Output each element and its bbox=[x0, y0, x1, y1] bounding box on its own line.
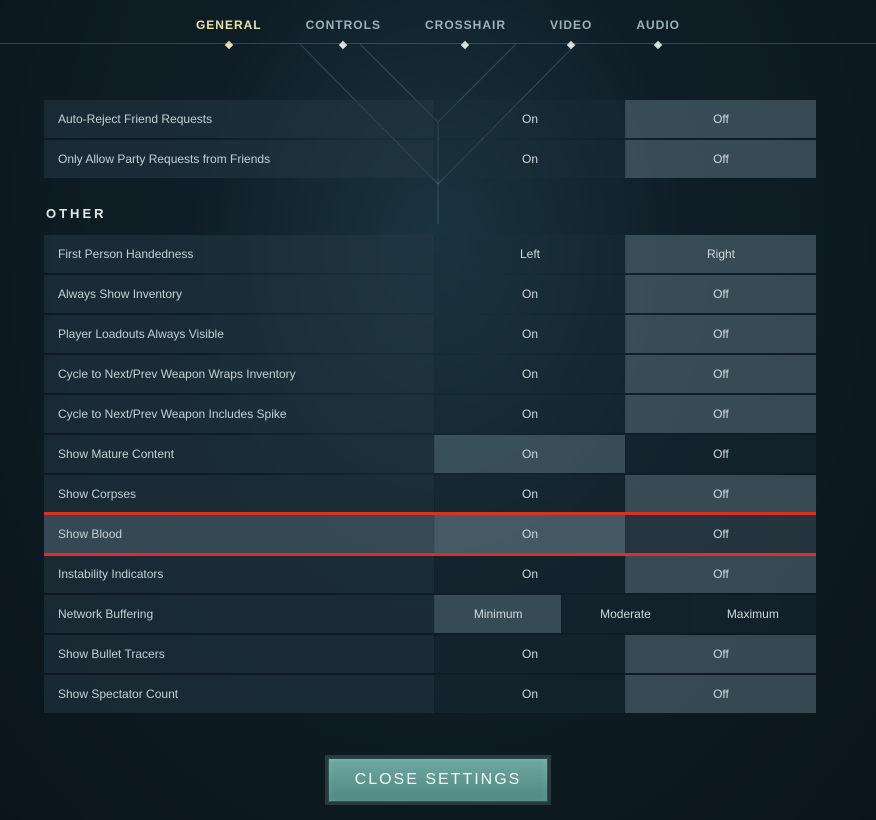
setting-options: OnOff bbox=[434, 355, 816, 393]
setting-row: Show CorpsesOnOff bbox=[44, 475, 816, 513]
setting-label: Show Spectator Count bbox=[44, 675, 434, 713]
option-button[interactable]: Off bbox=[625, 435, 816, 473]
setting-options: OnOff bbox=[434, 435, 816, 473]
setting-options: OnOff bbox=[434, 315, 816, 353]
setting-row: Only Allow Party Requests from FriendsOn… bbox=[44, 140, 816, 178]
option-button[interactable]: Right bbox=[625, 235, 816, 273]
tab-controls[interactable]: CONTROLS bbox=[306, 18, 381, 44]
setting-row: First Person HandednessLeftRight bbox=[44, 235, 816, 273]
option-button[interactable]: On bbox=[434, 100, 625, 138]
option-button[interactable]: On bbox=[434, 355, 625, 393]
option-button[interactable]: On bbox=[434, 675, 625, 713]
setting-row: Cycle to Next/Prev Weapon Includes Spike… bbox=[44, 395, 816, 433]
option-button[interactable]: On bbox=[434, 435, 625, 473]
option-button[interactable]: On bbox=[434, 395, 625, 433]
option-button[interactable]: Off bbox=[625, 100, 816, 138]
option-button[interactable]: Left bbox=[434, 235, 625, 273]
option-button[interactable]: Off bbox=[625, 355, 816, 393]
setting-label: Always Show Inventory bbox=[44, 275, 434, 313]
option-button[interactable]: Off bbox=[625, 475, 816, 513]
settings-panel: Auto-Reject Friend RequestsOnOffOnly All… bbox=[44, 100, 816, 740]
tab-audio[interactable]: AUDIO bbox=[636, 18, 680, 44]
setting-label: Show Mature Content bbox=[44, 435, 434, 473]
setting-row: Network BufferingMinimumModerateMaximum bbox=[44, 595, 816, 633]
setting-label: Auto-Reject Friend Requests bbox=[44, 100, 434, 138]
setting-row: Show BloodOnOff bbox=[44, 515, 816, 553]
setting-options: OnOff bbox=[434, 635, 816, 673]
setting-options: OnOff bbox=[434, 555, 816, 593]
setting-options: OnOff bbox=[434, 675, 816, 713]
option-button[interactable]: Off bbox=[625, 635, 816, 673]
option-button[interactable]: Off bbox=[625, 515, 816, 553]
option-button[interactable]: Off bbox=[625, 675, 816, 713]
option-button[interactable]: Off bbox=[625, 275, 816, 313]
setting-label: Player Loadouts Always Visible bbox=[44, 315, 434, 353]
option-button[interactable]: On bbox=[434, 140, 625, 178]
setting-label: Show Bullet Tracers bbox=[44, 635, 434, 673]
option-button[interactable]: Off bbox=[625, 395, 816, 433]
tab-general[interactable]: GENERAL bbox=[196, 18, 262, 44]
option-button[interactable]: Off bbox=[625, 555, 816, 593]
setting-row: Cycle to Next/Prev Weapon Wraps Inventor… bbox=[44, 355, 816, 393]
setting-options: OnOff bbox=[434, 475, 816, 513]
setting-label: Show Corpses bbox=[44, 475, 434, 513]
settings-tabs: GENERAL CONTROLS CROSSHAIR VIDEO AUDIO bbox=[0, 0, 876, 44]
setting-options: OnOff bbox=[434, 100, 816, 138]
setting-row: Auto-Reject Friend RequestsOnOff bbox=[44, 100, 816, 138]
tab-video[interactable]: VIDEO bbox=[550, 18, 592, 44]
close-wrap: CLOSE SETTINGS bbox=[0, 758, 876, 802]
option-button[interactable]: Off bbox=[625, 315, 816, 353]
tab-crosshair[interactable]: CROSSHAIR bbox=[425, 18, 506, 44]
setting-row: Instability IndicatorsOnOff bbox=[44, 555, 816, 593]
setting-row: Show Bullet TracersOnOff bbox=[44, 635, 816, 673]
setting-row: Show Spectator CountOnOff bbox=[44, 675, 816, 713]
option-button[interactable]: On bbox=[434, 275, 625, 313]
setting-options: OnOff bbox=[434, 275, 816, 313]
setting-label: First Person Handedness bbox=[44, 235, 434, 273]
option-button[interactable]: On bbox=[434, 515, 625, 553]
setting-options: MinimumModerateMaximum bbox=[434, 595, 816, 633]
setting-options: OnOff bbox=[434, 140, 816, 178]
setting-label: Show Blood bbox=[44, 515, 434, 553]
setting-row: Always Show InventoryOnOff bbox=[44, 275, 816, 313]
option-button[interactable]: On bbox=[434, 635, 625, 673]
option-button[interactable]: Moderate bbox=[561, 595, 688, 633]
setting-options: LeftRight bbox=[434, 235, 816, 273]
option-button[interactable]: Off bbox=[625, 140, 816, 178]
close-settings-button[interactable]: CLOSE SETTINGS bbox=[328, 758, 548, 802]
setting-row: Show Mature ContentOnOff bbox=[44, 435, 816, 473]
option-button[interactable]: On bbox=[434, 555, 625, 593]
option-button[interactable]: On bbox=[434, 475, 625, 513]
setting-label: Cycle to Next/Prev Weapon Wraps Inventor… bbox=[44, 355, 434, 393]
option-button[interactable]: Maximum bbox=[689, 595, 816, 633]
option-button[interactable]: Minimum bbox=[434, 595, 561, 633]
setting-label: Network Buffering bbox=[44, 595, 434, 633]
setting-label: Only Allow Party Requests from Friends bbox=[44, 140, 434, 178]
setting-row: Player Loadouts Always VisibleOnOff bbox=[44, 315, 816, 353]
settings-body: Auto-Reject Friend RequestsOnOffOnly All… bbox=[44, 100, 816, 713]
setting-label: Cycle to Next/Prev Weapon Includes Spike bbox=[44, 395, 434, 433]
setting-options: OnOff bbox=[434, 395, 816, 433]
option-button[interactable]: On bbox=[434, 315, 625, 353]
setting-options: OnOff bbox=[434, 515, 816, 553]
section-title: OTHER bbox=[46, 206, 816, 221]
setting-label: Instability Indicators bbox=[44, 555, 434, 593]
